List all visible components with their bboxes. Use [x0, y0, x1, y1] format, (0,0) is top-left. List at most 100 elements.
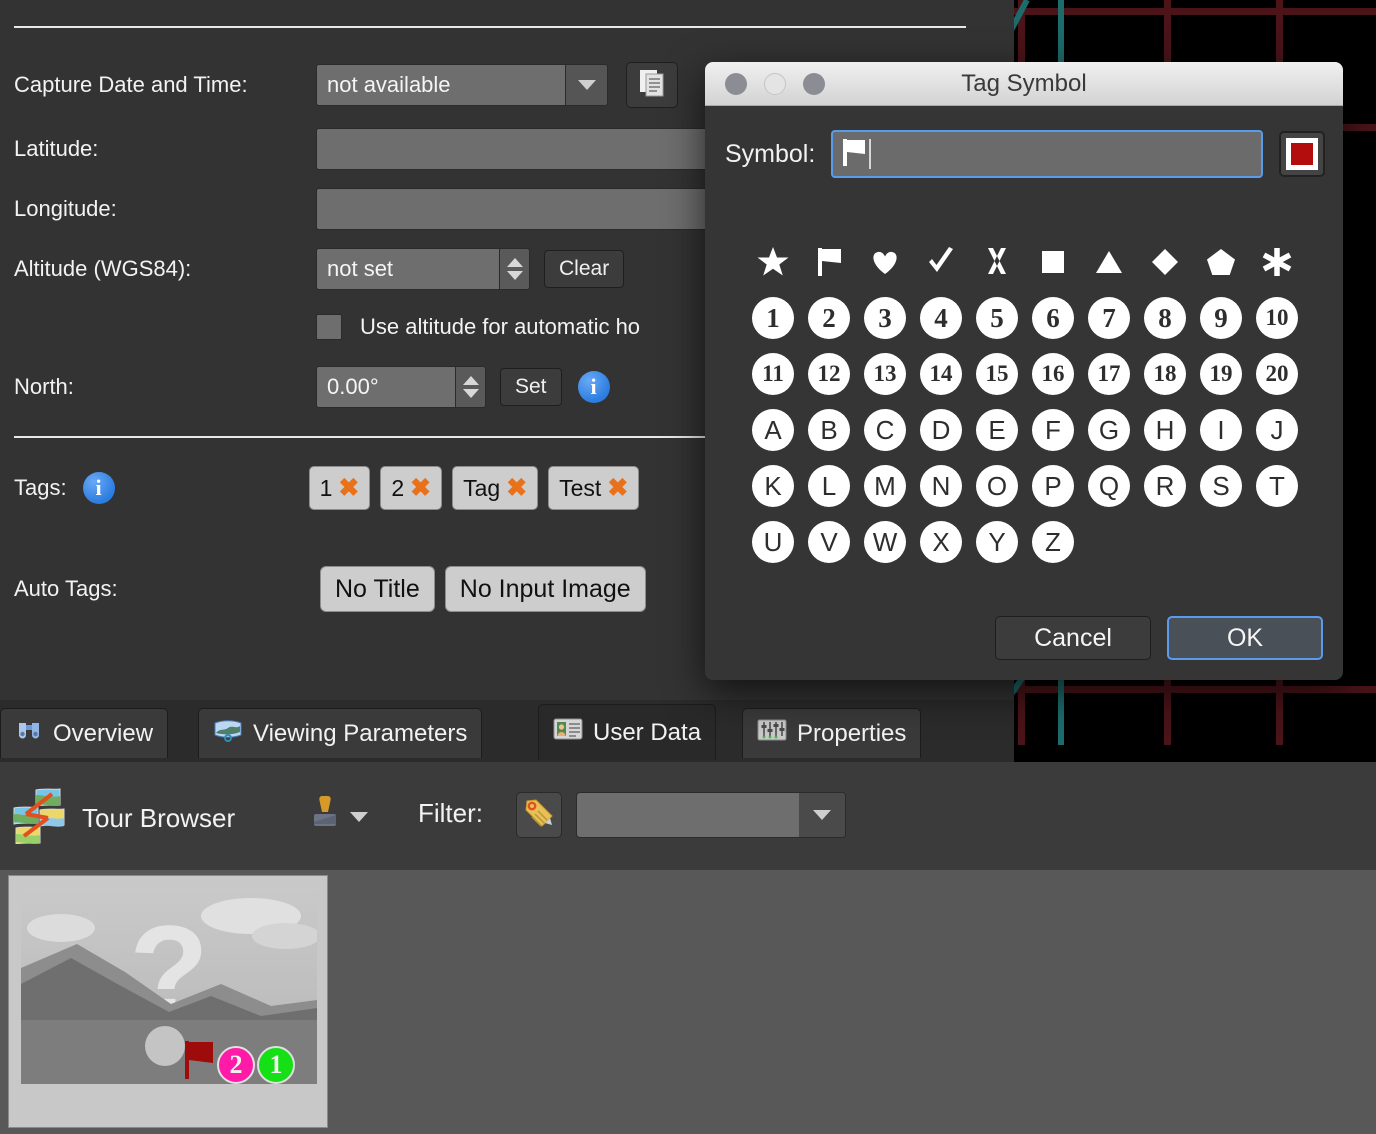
letter-symbol-cell[interactable]: X [913, 514, 969, 570]
tag-chip[interactable]: 1 ✖ [308, 466, 371, 510]
letter-symbol-cell[interactable]: U [745, 514, 801, 570]
letter-symbol-cell[interactable]: L [801, 458, 857, 514]
tab-user-data[interactable]: User Data [538, 704, 717, 760]
number-symbol-cell[interactable]: 11 [745, 346, 801, 402]
pentagon-symbol-cell[interactable] [1193, 234, 1249, 290]
set-button[interactable]: Set [500, 368, 562, 406]
number-symbol-cell[interactable]: 6 [1025, 290, 1081, 346]
diamond-symbol-cell[interactable] [1137, 234, 1193, 290]
thumbnail-cell[interactable]: ? 2 1 [8, 875, 328, 1128]
north-info-icon[interactable]: i [577, 371, 610, 403]
tags-info-icon[interactable]: i [82, 472, 115, 504]
stamp-button[interactable] [308, 792, 368, 841]
symbol-input[interactable] [831, 130, 1263, 178]
remove-tag-icon[interactable]: ✖ [338, 475, 359, 501]
close-icon[interactable] [725, 72, 747, 95]
altitude-stepper[interactable] [500, 248, 530, 290]
number-symbol-cell[interactable]: 8 [1137, 290, 1193, 346]
letter-symbol-cell[interactable]: Q [1081, 458, 1137, 514]
number-symbol-cell[interactable]: 16 [1025, 346, 1081, 402]
chevron-down-icon[interactable] [462, 389, 479, 398]
letter-symbol-cell[interactable]: W [857, 514, 913, 570]
ok-button[interactable]: OK [1167, 616, 1323, 660]
letter-symbol-cell[interactable]: B [801, 402, 857, 458]
remove-tag-icon[interactable]: ✖ [607, 475, 628, 501]
use-altitude-checkbox[interactable] [316, 314, 342, 340]
number-symbol-cell[interactable]: 10 [1249, 290, 1305, 346]
letter-symbol-cell[interactable]: F [1025, 402, 1081, 458]
square-symbol-cell[interactable] [1025, 234, 1081, 290]
letter-symbol-cell[interactable]: T [1249, 458, 1305, 514]
north-stepper[interactable] [456, 366, 486, 408]
thumbnail-image[interactable]: ? 2 1 [21, 888, 317, 1084]
chevron-up-icon[interactable] [506, 258, 523, 267]
tag-chip[interactable]: 2 ✖ [380, 466, 443, 510]
chevron-down-icon[interactable] [799, 793, 845, 837]
asterisk-symbol-cell[interactable] [1249, 234, 1305, 290]
north-spinbox[interactable]: 0.00° [316, 366, 486, 408]
chevron-up-icon[interactable] [462, 376, 479, 385]
filter-combobox[interactable] [576, 792, 846, 838]
zoom-icon[interactable] [803, 72, 825, 95]
number-symbol-cell[interactable]: 12 [801, 346, 857, 402]
letter-symbol-cell[interactable]: D [913, 402, 969, 458]
number-symbol-cell[interactable]: 14 [913, 346, 969, 402]
letter-symbol-cell[interactable]: R [1137, 458, 1193, 514]
remove-tag-icon[interactable]: ✖ [410, 475, 431, 501]
check-symbol-cell[interactable] [913, 234, 969, 290]
chevron-down-icon[interactable] [566, 64, 608, 106]
number-symbol-cell[interactable]: 1 [745, 290, 801, 346]
clear-button[interactable]: Clear [544, 250, 625, 288]
tab-overview[interactable]: Overview [0, 708, 169, 758]
letter-symbol-cell[interactable]: I [1193, 402, 1249, 458]
filter-input[interactable] [577, 793, 799, 837]
letter-symbol-cell[interactable]: H [1137, 402, 1193, 458]
letter-symbol-cell[interactable]: M [857, 458, 913, 514]
number-symbol-cell[interactable]: 2 [801, 290, 857, 346]
altitude-value[interactable]: not set [316, 248, 500, 290]
letter-symbol-cell[interactable]: K [745, 458, 801, 514]
letter-symbol-cell[interactable]: S [1193, 458, 1249, 514]
cross-symbol-cell[interactable] [969, 234, 1025, 290]
chevron-down-icon[interactable] [506, 271, 523, 280]
number-symbol-cell[interactable]: 7 [1081, 290, 1137, 346]
number-symbol-cell[interactable]: 5 [969, 290, 1025, 346]
letter-symbol-cell[interactable]: A [745, 402, 801, 458]
color-picker-button[interactable] [1279, 131, 1325, 177]
triangle-symbol-cell[interactable] [1081, 234, 1137, 290]
number-symbol-cell[interactable]: 9 [1193, 290, 1249, 346]
remove-tag-icon[interactable]: ✖ [506, 475, 527, 501]
letter-symbol-cell[interactable]: Y [969, 514, 1025, 570]
altitude-spinbox[interactable]: not set [316, 248, 530, 290]
number-symbol-cell[interactable]: 3 [857, 290, 913, 346]
tab-viewing-parameters[interactable]: Viewing Parameters [198, 708, 483, 758]
letter-symbol-cell[interactable]: V [801, 514, 857, 570]
tab-properties[interactable]: Properties [742, 708, 922, 758]
letter-symbol-cell[interactable]: C [857, 402, 913, 458]
cancel-button[interactable]: Cancel [995, 616, 1151, 660]
capture-date-value[interactable]: not available [316, 64, 566, 106]
number-symbol-cell[interactable]: 18 [1137, 346, 1193, 402]
filter-tag-button[interactable] [516, 792, 562, 838]
number-symbol-cell[interactable]: 13 [857, 346, 913, 402]
letter-symbol-cell[interactable]: G [1081, 402, 1137, 458]
letter-symbol-cell[interactable]: E [969, 402, 1025, 458]
use-altitude-checkbox-row[interactable]: Use altitude for automatic ho [316, 314, 640, 340]
letter-symbol-cell[interactable]: N [913, 458, 969, 514]
letter-symbol-cell[interactable]: O [969, 458, 1025, 514]
number-symbol-cell[interactable]: 19 [1193, 346, 1249, 402]
minimize-icon[interactable] [764, 72, 786, 95]
number-symbol-cell[interactable]: 15 [969, 346, 1025, 402]
tag-chip[interactable]: Test ✖ [548, 466, 640, 510]
number-symbol-cell[interactable]: 20 [1249, 346, 1305, 402]
letter-symbol-cell[interactable]: Z [1025, 514, 1081, 570]
north-value[interactable]: 0.00° [316, 366, 456, 408]
chevron-down-icon[interactable] [350, 811, 368, 822]
star-symbol-cell[interactable] [745, 234, 801, 290]
number-symbol-cell[interactable]: 17 [1081, 346, 1137, 402]
letter-symbol-cell[interactable]: J [1249, 402, 1305, 458]
copy-icon-button[interactable] [626, 62, 678, 108]
dialog-titlebar[interactable]: Tag Symbol [705, 62, 1343, 106]
heart-symbol-cell[interactable] [857, 234, 913, 290]
tag-chip[interactable]: Tag ✖ [452, 466, 539, 510]
